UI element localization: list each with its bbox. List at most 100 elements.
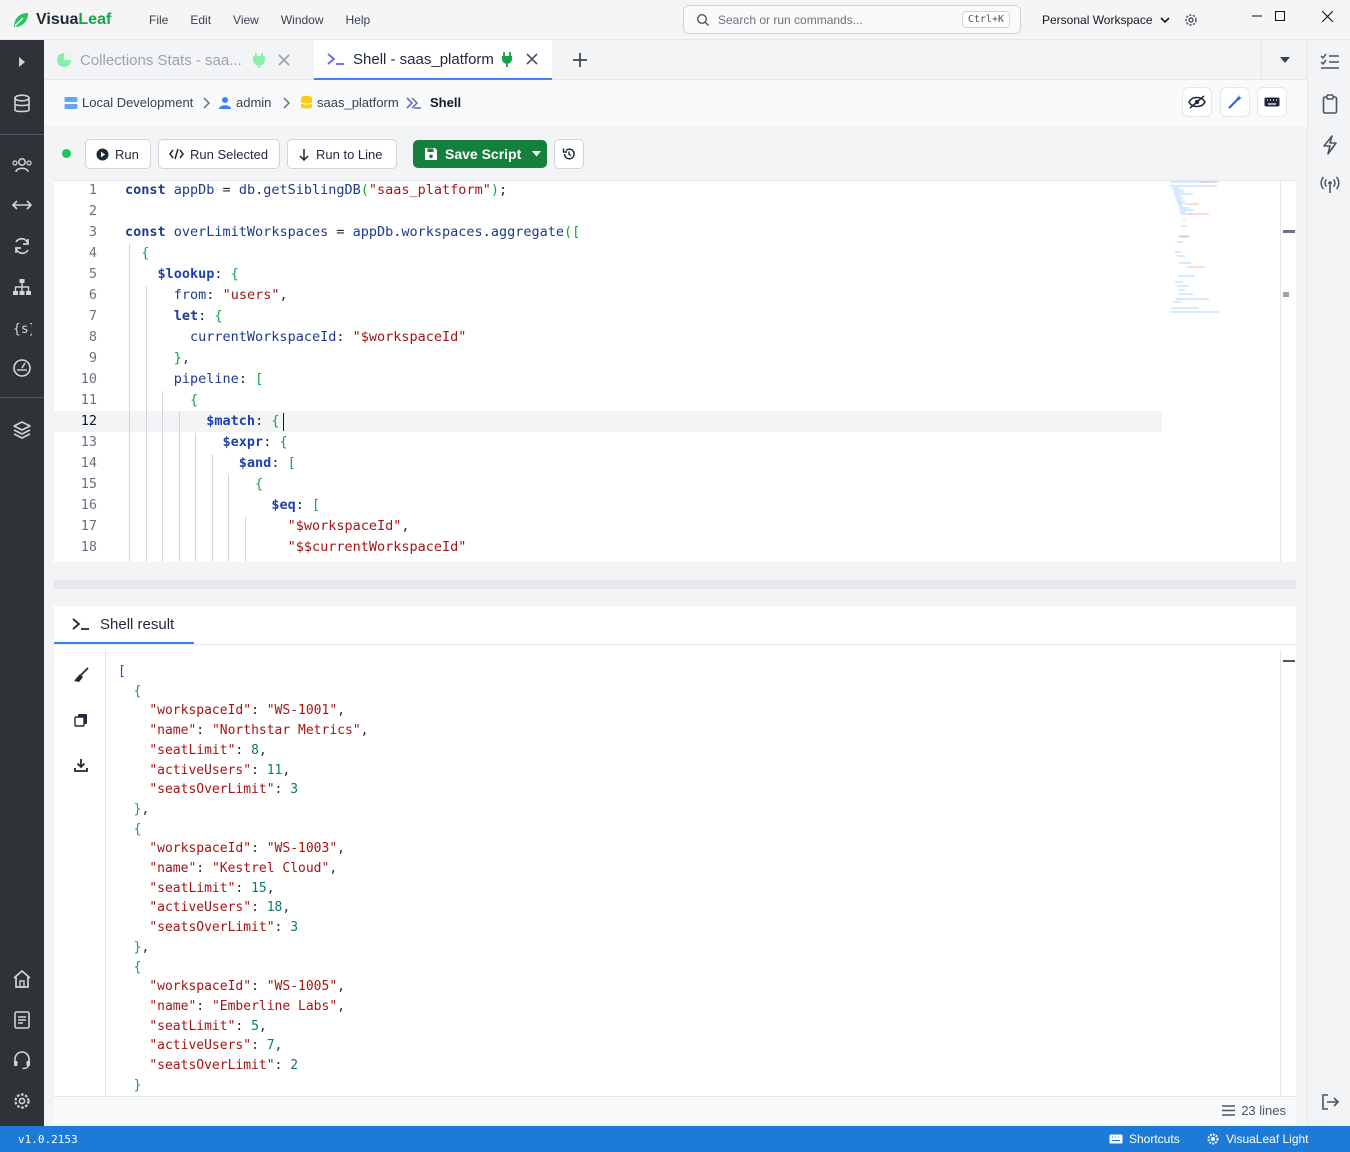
result-toolbar	[54, 650, 106, 1096]
support-headset-icon[interactable]	[10, 1048, 34, 1072]
clear-output-button[interactable]	[72, 666, 90, 684]
copy-output-button[interactable]	[72, 711, 90, 729]
json-line: "seatsOverLimit": 3	[149, 920, 299, 936]
users-icon[interactable]	[10, 153, 34, 177]
line-number: 12	[80, 413, 97, 429]
result-vertical-scrollbar[interactable]	[1280, 650, 1296, 1096]
code-line[interactable]: 11 {	[54, 390, 1162, 411]
command-search[interactable]: Search or run commands... Ctrl+K	[683, 5, 1021, 34]
broadcast-icon[interactable]	[1318, 172, 1342, 196]
run-to-line-button[interactable]: Run to Line	[287, 139, 397, 169]
json-line: "seatsOverLimit": 3	[149, 782, 299, 798]
logout-icon[interactable]	[1318, 1090, 1342, 1114]
code-line[interactable]: 13 $expr: {	[54, 432, 1162, 453]
line-number: 15	[80, 476, 97, 492]
code-line[interactable]: 6 from: "users",	[54, 285, 1162, 306]
tab-label: Shell - saas_platform	[353, 50, 494, 68]
code-line[interactable]: 8 currentWorkspaceId: "$workspaceId"	[54, 327, 1162, 348]
history-icon	[562, 148, 575, 160]
line-number: 1	[88, 182, 97, 198]
user-icon	[219, 96, 231, 109]
logs-icon[interactable]	[10, 1008, 34, 1032]
breadcrumb-connection-label: Local Development	[82, 95, 194, 110]
breadcrumb-database[interactable]: saas_platform	[300, 95, 419, 110]
code-line[interactable]: 5 $lookup: {	[54, 264, 1162, 285]
run-selected-button[interactable]: Run Selected	[158, 139, 280, 169]
gear-icon[interactable]	[1183, 12, 1199, 28]
keyboard-icon	[1264, 97, 1280, 107]
settings-gear-icon[interactable]	[10, 1089, 34, 1113]
code-minimap[interactable]	[1169, 181, 1229, 321]
code-line[interactable]: 10 pipeline: [	[54, 369, 1162, 390]
code-text: currentWorkspaceId: "$workspaceId"	[190, 329, 467, 345]
run-button[interactable]: Run	[85, 139, 151, 169]
workspace-selector[interactable]: Personal Workspace	[1042, 0, 1199, 40]
sync-icon[interactable]	[10, 234, 34, 258]
checklist-icon[interactable]	[1318, 50, 1342, 74]
caret-down-icon[interactable]	[532, 151, 542, 157]
svg-text:{s}: {s}	[13, 322, 32, 337]
tab-shell-result[interactable]: Shell result	[54, 606, 194, 644]
menu-file[interactable]: File	[138, 13, 179, 27]
menu-edit[interactable]: Edit	[179, 13, 222, 27]
home-icon[interactable]	[10, 967, 34, 991]
tab-collections-stats[interactable]: Collections Stats - saa...	[56, 40, 309, 80]
code-line[interactable]: 16 $eq: [	[54, 495, 1162, 516]
code-line[interactable]: 18 "$$currentWorkspaceId"	[54, 537, 1162, 558]
variables-icon[interactable]: {s}	[10, 316, 34, 340]
code-line[interactable]: 14 $and: [	[54, 453, 1162, 474]
compare-icon[interactable]	[10, 193, 34, 217]
layers-icon[interactable]	[10, 418, 34, 442]
disconnect-button[interactable]	[1182, 87, 1212, 117]
code-editor[interactable]: 1 const appDb = db.getSiblingDB("saas_pla…	[54, 180, 1296, 562]
menu-help[interactable]: Help	[335, 13, 382, 27]
close-tab-icon[interactable]	[526, 53, 538, 65]
json-line: "activeUsers": 11,	[149, 762, 291, 778]
clipboard-icon[interactable]	[1318, 92, 1342, 116]
panel-splitter[interactable]	[54, 580, 1296, 589]
code-line[interactable]: 4 {	[54, 243, 1162, 264]
breadcrumb-connection[interactable]: Local Development	[64, 95, 211, 110]
tab-bar: Collections Stats - saa... Shell - saas_…	[44, 40, 1307, 80]
shortcuts-button[interactable]: Shortcuts	[1109, 1126, 1180, 1152]
code-line[interactable]: 17 "$workspaceId",	[54, 516, 1162, 537]
performance-gauge-icon[interactable]	[10, 356, 34, 380]
database-icon[interactable]	[10, 92, 34, 116]
ai-assist-button[interactable]	[1220, 87, 1250, 117]
json-line: "activeUsers": 7,	[149, 1038, 283, 1054]
save-script-button[interactable]: Save Script	[413, 140, 547, 168]
maximize-button[interactable]	[1257, 0, 1303, 32]
tab-shell[interactable]: Shell - saas_platform	[314, 40, 552, 80]
menu-view[interactable]: View	[222, 13, 270, 27]
lightning-icon[interactable]	[1318, 133, 1342, 157]
schema-tree-icon[interactable]	[10, 275, 34, 299]
code-line[interactable]: 7 let: {	[54, 306, 1162, 327]
code-line[interactable]: 15 {	[54, 474, 1162, 495]
close-tab-icon[interactable]	[278, 54, 290, 66]
code-line[interactable]: 9 },	[54, 348, 1162, 369]
save-script-label: Save Script	[445, 146, 522, 162]
breadcrumb-view: Shell	[406, 95, 461, 110]
code-text: const appDb = db.getSiblingDB("saas_plat…	[125, 182, 508, 198]
collapse-sidebar-icon[interactable]	[10, 50, 34, 74]
search-shortcut: Ctrl+K	[961, 11, 1010, 28]
search-icon	[696, 13, 709, 26]
breadcrumb-user[interactable]: admin	[218, 95, 291, 110]
download-output-button[interactable]	[72, 756, 90, 774]
json-line: "name": "Kestrel Cloud",	[149, 861, 338, 876]
history-button[interactable]	[554, 139, 584, 169]
json-line: {	[133, 959, 142, 975]
code-line[interactable]: 12 $match: {	[54, 411, 1162, 432]
new-tab-button[interactable]	[572, 52, 588, 73]
theme-switcher[interactable]: VisuaLeaf Light	[1206, 1126, 1309, 1152]
code-line[interactable]: 2	[54, 201, 1162, 222]
close-window-button[interactable]	[1304, 0, 1350, 32]
menu-window[interactable]: Window	[270, 13, 335, 27]
indent-guide	[162, 391, 163, 562]
code-line[interactable]: 3 const overLimitWorkspaces = appDb.works…	[54, 222, 1162, 243]
tab-list-dropdown[interactable]	[1261, 40, 1307, 80]
pie-chart-icon	[57, 53, 71, 67]
editor-vertical-scrollbar[interactable]	[1280, 181, 1296, 562]
code-line[interactable]: 1 const appDb = db.getSiblingDB("saas_pla…	[54, 181, 1162, 201]
keyboard-button[interactable]	[1257, 87, 1287, 117]
